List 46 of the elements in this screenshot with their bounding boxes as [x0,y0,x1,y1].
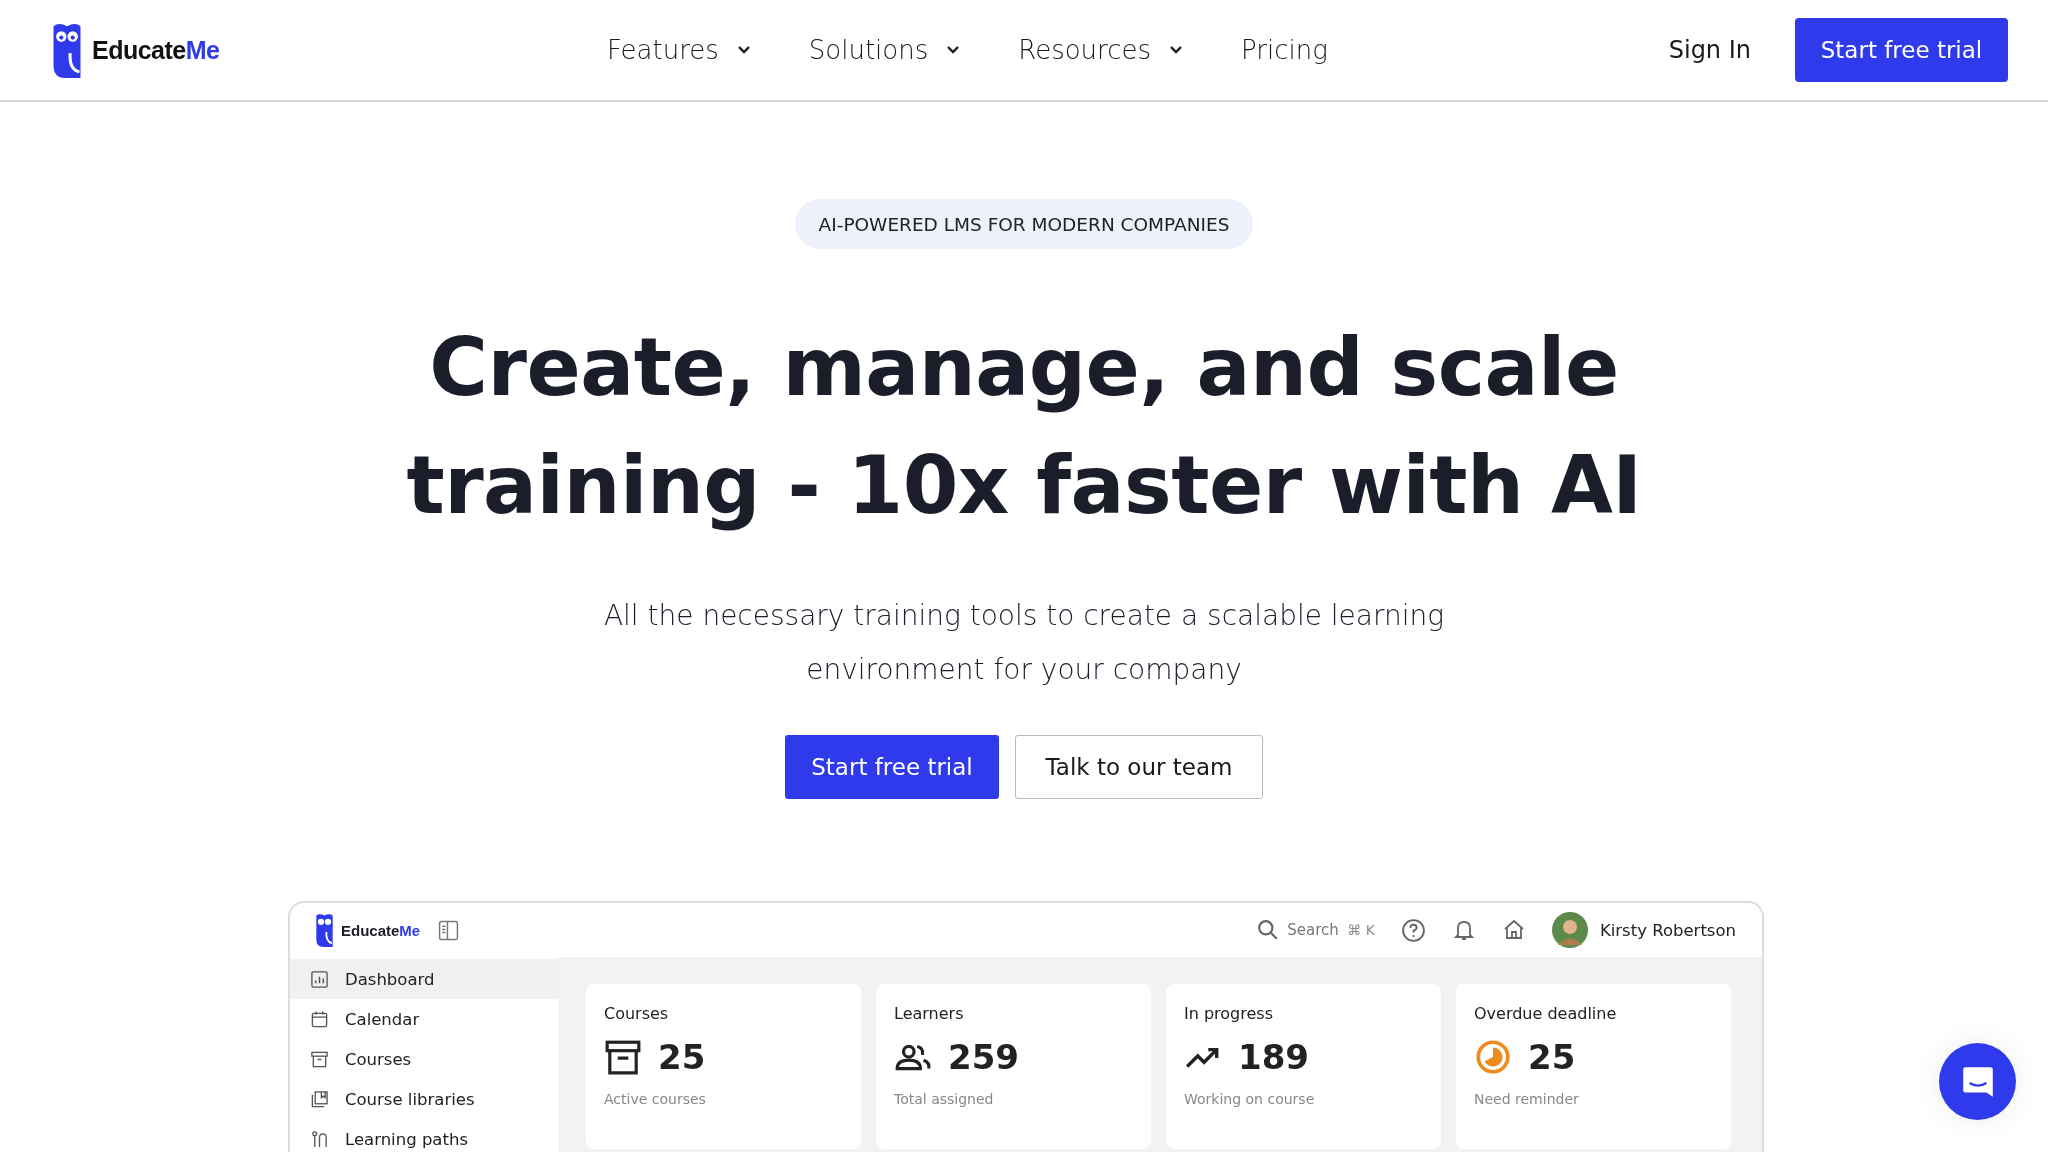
start-trial-button[interactable]: Start free trial [1795,18,2008,82]
stat-caption: Active courses [604,1091,707,1107]
library-icon [310,1089,329,1109]
stat-title: Learners [894,1004,965,1023]
start-trial-button[interactable]: Start free trial [785,735,999,799]
stat-caption: Total assigned [894,1091,995,1107]
chart-icon [310,969,329,989]
nav-link[interactable]: Solutions [808,35,961,65]
stat-value: 25 [658,1037,706,1077]
stat-value: 189 [1238,1037,1309,1077]
stat-title: Courses [604,1004,670,1023]
clock-icon [1474,1038,1512,1076]
nav-link[interactable]: Pricing [1241,35,1328,65]
sign-in-link[interactable]: Sign In [1668,36,1751,64]
shortcut-hint: ⌘ K [1347,922,1375,938]
stat-caption: Need reminder [1474,1091,1580,1107]
sidebar-item[interactable]: Calendar [290,999,558,1039]
owl-logo-icon [314,913,335,947]
stat-caption: Working on course [1184,1091,1316,1107]
archive-icon [310,1049,329,1069]
nav-link[interactable]: Features [607,35,751,65]
sidebar-item[interactable]: Dashboard [290,959,558,999]
sidebar-item[interactable]: Course libraries [290,1079,558,1119]
search-icon [1257,919,1280,941]
archive-icon [604,1038,642,1076]
nav-link[interactable]: Resources [1018,35,1184,65]
headline: training - 10x faster with AI [406,438,1642,534]
path-icon [310,1129,329,1149]
stat-title: In progress [1184,1004,1274,1023]
help-icon[interactable] [1400,917,1426,943]
brand-name: EducateMe [92,35,220,65]
stat-title: Overdue deadline [1474,1004,1618,1023]
stat-value: 259 [948,1037,1019,1077]
stat-value: 25 [1528,1037,1576,1077]
brand-name: EducateMe [341,921,421,939]
avatar[interactable] [1551,912,1588,948]
subtitle: All the necessary training tools to create a scalable learning environment for your company [602,598,1446,688]
sidebar-item[interactable]: Learning paths [290,1119,558,1152]
headline: Create, manage, and scale [429,320,1619,416]
user-name: Kirsty Robertson [1599,920,1736,940]
sidebar-item[interactable]: Courses [290,1039,558,1079]
tagline-badge: AI-POWERED LMS FOR MODERN COMPANIES [794,199,1254,249]
talk-to-team-button[interactable]: Talk to our team [1015,735,1263,799]
sidebar-toggle-icon[interactable] [438,919,460,941]
bell-icon[interactable] [1451,918,1476,942]
calendar-icon [310,1009,329,1029]
